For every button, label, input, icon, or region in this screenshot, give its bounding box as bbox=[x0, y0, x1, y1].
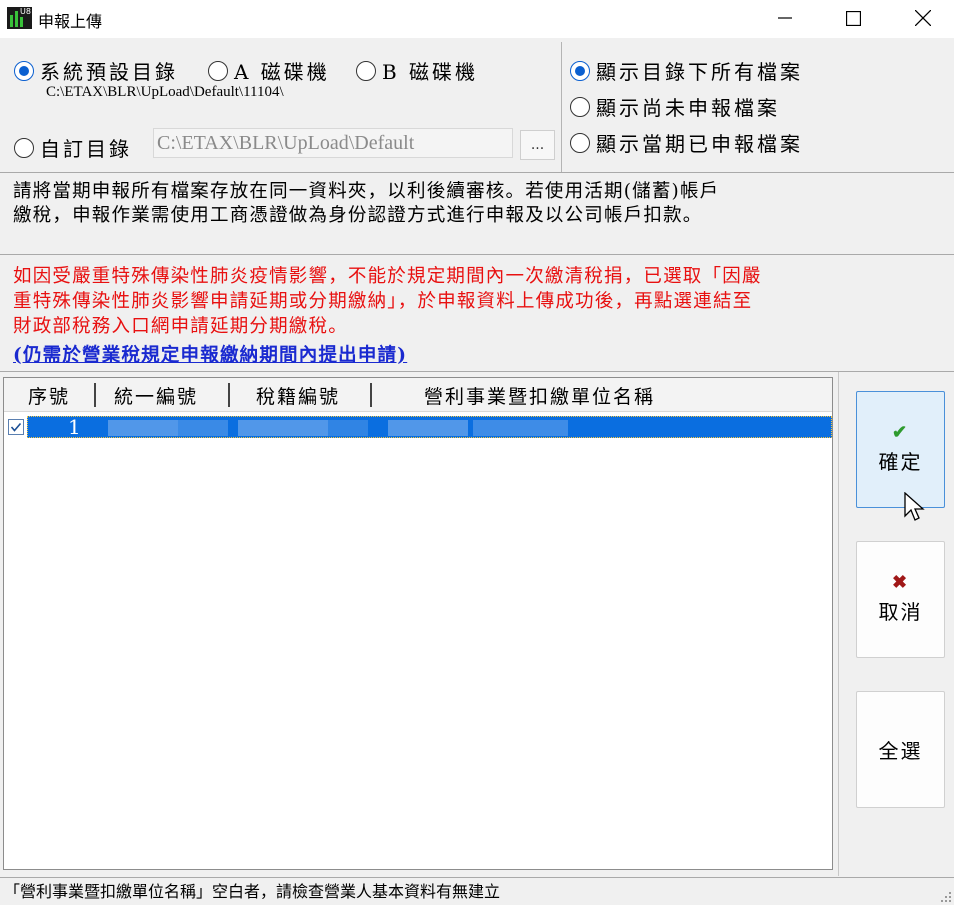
warning-line: 財政部稅務入口網申請延期分期繳稅。 bbox=[13, 316, 348, 337]
radio-label: B 磁碟機 bbox=[382, 60, 479, 84]
column-header-tax-id[interactable]: 統一編號 bbox=[114, 382, 198, 409]
redacted-cell bbox=[108, 420, 178, 436]
radio-drive-b[interactable]: B 磁碟機 bbox=[356, 56, 478, 85]
radio-label: A 磁碟機 bbox=[234, 60, 330, 84]
redacted-cell bbox=[178, 420, 228, 436]
display-filter-group: 顯示目錄下所有檔案 顯示尚未申報檔案 顯示當期已申報檔案 bbox=[561, 42, 954, 172]
redacted-cell bbox=[388, 420, 468, 436]
extension-application-link[interactable]: (仍需於營業稅規定申報繳納期間內提出申請) bbox=[13, 341, 407, 367]
column-header-tax-reg-no[interactable]: 稅籍編號 bbox=[256, 382, 340, 409]
radio-default-directory[interactable]: 系統預設目錄 bbox=[14, 56, 178, 85]
confirm-label: 確定 bbox=[878, 450, 923, 474]
radio-indicator bbox=[14, 60, 34, 81]
redacted-cell bbox=[473, 420, 568, 436]
cancel-label: 取消 bbox=[878, 600, 923, 624]
list-header: 序號 統一編號 稅籍編號 營利事業暨扣繳單位名稱 bbox=[4, 378, 832, 412]
info-message: 請將當期申報所有檔案存放在同一資料夾，以利後續審核。若使用活期(儲蓄)帳戶 繳稅… bbox=[13, 180, 933, 228]
row-checkbox[interactable] bbox=[8, 419, 24, 435]
directory-group: 系統預設目錄 A 磁碟機 B 磁碟機 C:\ETAX\BLR\UpLoad\De… bbox=[0, 42, 561, 172]
status-bar: 「營利事業暨扣繳單位名稱」空白者，請檢查營業人基本資料有無建立 bbox=[0, 877, 954, 905]
app-icon: U8 bbox=[7, 7, 32, 29]
radio-show-filed[interactable]: 顯示當期已申報檔案 bbox=[570, 128, 803, 157]
row-selection: 1 bbox=[27, 415, 832, 439]
divider bbox=[0, 254, 954, 255]
select-all-label: 全選 bbox=[878, 739, 923, 763]
column-separator[interactable] bbox=[370, 383, 372, 407]
cancel-button[interactable]: ✖ 取消 bbox=[856, 541, 945, 658]
title-bar: U8 申報上傳 bbox=[0, 0, 954, 38]
radio-show-all-files[interactable]: 顯示目錄下所有檔案 bbox=[570, 56, 803, 85]
radio-label: 顯示目錄下所有檔案 bbox=[596, 60, 803, 84]
divider bbox=[0, 371, 954, 372]
maximize-icon bbox=[845, 10, 861, 26]
radio-show-unfiled[interactable]: 顯示尚未申報檔案 bbox=[570, 92, 780, 121]
default-path-label: C:\ETAX\BLR\UpLoad\Default\11104\ bbox=[46, 84, 284, 100]
mouse-cursor-icon bbox=[904, 492, 925, 521]
radio-indicator bbox=[208, 60, 228, 81]
radio-label: 自訂目錄 bbox=[40, 137, 132, 161]
x-icon: ✖ bbox=[891, 572, 910, 593]
check-icon: ✔ bbox=[891, 422, 910, 443]
resize-grip-icon[interactable] bbox=[940, 891, 952, 903]
column-separator[interactable] bbox=[228, 383, 230, 407]
info-line: 請將當期申報所有檔案存放在同一資料夾，以利後續審核。若使用活期(儲蓄)帳戶 bbox=[13, 181, 720, 202]
file-list[interactable]: 序號 統一編號 稅籍編號 營利事業暨扣繳單位名稱 1 bbox=[3, 377, 833, 870]
check-icon bbox=[10, 422, 22, 432]
custom-path-input[interactable]: C:\ETAX\BLR\UpLoad\Default bbox=[153, 128, 513, 158]
radio-indicator bbox=[14, 137, 34, 158]
radio-label: 顯示尚未申報檔案 bbox=[596, 96, 780, 120]
column-header-seq[interactable]: 序號 bbox=[28, 382, 70, 409]
select-all-button[interactable]: 全選 bbox=[856, 691, 945, 808]
info-line: 繳稅，申報作業需使用工商憑證做為身份認證方式進行申報及以公司帳戶扣款。 bbox=[13, 205, 703, 226]
radio-drive-a[interactable]: A 磁碟機 bbox=[208, 56, 330, 85]
browse-button[interactable]: ... bbox=[520, 130, 555, 160]
upload-dialog: U8 申報上傳 系統預設目錄 A 磁碟機 B 磁碟機 C:\ETAX\BLR\U… bbox=[0, 0, 954, 905]
radio-label: 顯示當期已申報檔案 bbox=[596, 132, 803, 156]
close-icon bbox=[915, 10, 931, 26]
action-panel: ✔ 確定 ✖ 取消 全選 bbox=[838, 372, 954, 876]
radio-indicator bbox=[356, 60, 376, 81]
redacted-cell bbox=[238, 420, 328, 436]
radio-custom-directory[interactable]: 自訂目錄 bbox=[14, 133, 132, 162]
minimize-icon bbox=[778, 17, 792, 19]
maximize-button[interactable] bbox=[830, 0, 876, 36]
column-separator[interactable] bbox=[94, 383, 96, 407]
confirm-button[interactable]: ✔ 確定 bbox=[856, 391, 945, 508]
close-button[interactable] bbox=[900, 0, 946, 36]
redacted-cell bbox=[328, 420, 368, 436]
radio-indicator bbox=[570, 60, 590, 81]
status-text: 「營利事業暨扣繳單位名稱」空白者，請檢查營業人基本資料有無建立 bbox=[4, 882, 501, 901]
warning-line: 重特殊傳染性肺炎影響申請延期或分期繳納」，於申報資料上傳成功後，再點選連結至 bbox=[13, 291, 753, 312]
column-header-business-name[interactable]: 營利事業暨扣繳單位名稱 bbox=[424, 382, 655, 409]
row-seq: 1 bbox=[68, 415, 81, 439]
warning-message: 如因受嚴重特殊傳染性肺炎疫情影響，不能於規定期間內一次繳清稅捐，已選取「因嚴 重… bbox=[13, 264, 943, 339]
warning-line: 如因受嚴重特殊傳染性肺炎疫情影響，不能於規定期間內一次繳清稅捐，已選取「因嚴 bbox=[13, 266, 762, 287]
minimize-button[interactable] bbox=[762, 0, 808, 36]
radio-label: 系統預設目錄 bbox=[40, 60, 178, 84]
radio-indicator bbox=[570, 96, 590, 117]
window-title: 申報上傳 bbox=[38, 12, 103, 31]
radio-indicator bbox=[570, 132, 590, 153]
table-row[interactable]: 1 bbox=[4, 415, 832, 439]
app-icon-tag: U8 bbox=[20, 7, 31, 16]
divider bbox=[0, 172, 954, 173]
